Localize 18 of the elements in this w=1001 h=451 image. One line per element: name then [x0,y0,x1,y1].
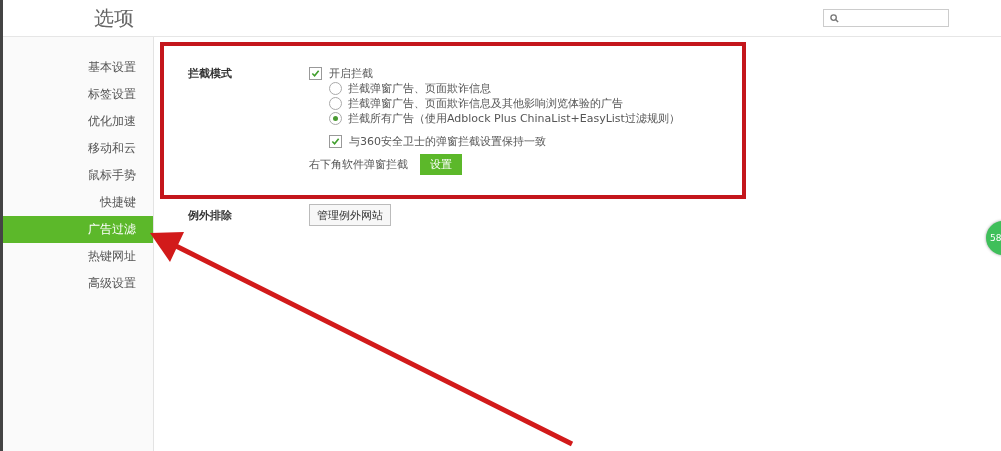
sidebar-item[interactable]: 基本设置 [3,54,153,81]
radio-label: 拦截弹窗广告、页面欺诈信息及其他影响浏览体验的广告 [348,96,623,111]
checkbox-label: 开启拦截 [329,66,373,81]
checkbox-label: 与360安全卫士的弹窗拦截设置保持一致 [349,134,546,149]
setting-label: 右下角软件弹窗拦截 [309,157,408,172]
window-title: 选项 [94,4,134,32]
radio-label: 拦截弹窗广告、页面欺诈信息 [348,81,491,96]
sidebar-item[interactable]: 鼠标手势 [3,162,153,189]
sidebar-item[interactable]: 高级设置 [3,270,153,297]
sidebar-item[interactable]: 热键网址 [3,243,153,270]
manage-exceptions-button[interactable]: 管理例外网站 [309,204,391,226]
sidebar-item[interactable]: 快捷键 [3,189,153,216]
sidebar-item[interactable]: 优化加速 [3,108,153,135]
section-label: 例外排除 [188,207,233,223]
sidebar-item[interactable]: 移动和云 [3,135,153,162]
sidebar-item[interactable]: 标签设置 [3,81,153,108]
radio-label: 拦截所有广告（使用Adblock Plus ChinaList+EasyList过滤规则） [348,111,680,126]
section-label: 拦截模式 [188,66,233,82]
